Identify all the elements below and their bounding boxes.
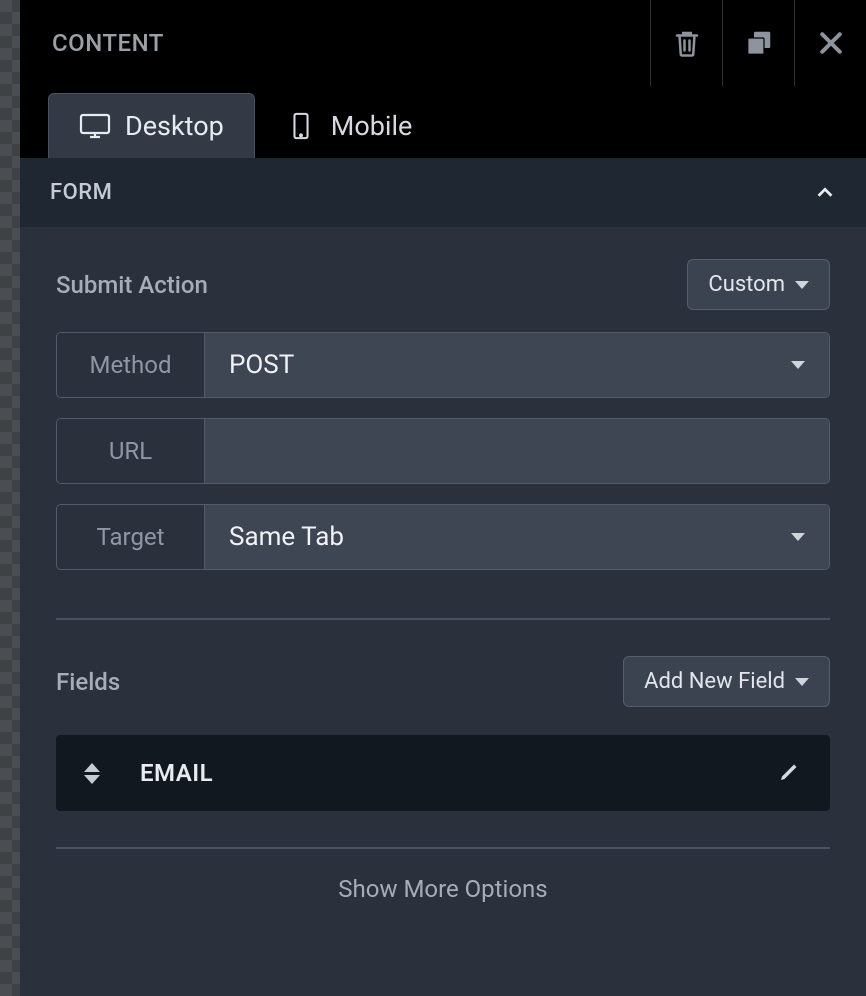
trash-icon: [672, 28, 702, 58]
submit-action-dropdown[interactable]: Custom: [687, 259, 830, 310]
target-value: Same Tab: [229, 522, 344, 552]
form-section-title: FORM: [50, 180, 112, 205]
sort-down-icon: [84, 775, 100, 784]
pencil-icon: [778, 759, 802, 783]
fields-label: Fields: [56, 668, 120, 696]
caret-down-icon: [795, 281, 809, 289]
desktop-icon: [79, 112, 111, 140]
form-section-header[interactable]: FORM: [20, 158, 866, 227]
panel-header: CONTENT: [20, 0, 866, 86]
mobile-icon: [285, 112, 317, 140]
url-label: URL: [57, 419, 205, 483]
duplicate-button[interactable]: [722, 0, 794, 86]
caret-down-icon: [795, 678, 809, 686]
panel-title: CONTENT: [52, 29, 650, 57]
edit-field-button[interactable]: [778, 759, 802, 787]
method-select[interactable]: POST: [205, 333, 829, 397]
target-label: Target: [57, 505, 205, 569]
add-new-field-label: Add New Field: [644, 669, 785, 694]
caret-down-icon: [791, 533, 805, 541]
form-section-body: Submit Action Custom Method POST URL: [20, 227, 866, 957]
url-input[interactable]: [229, 436, 805, 466]
chevron-up-icon: [814, 182, 836, 204]
url-row: URL: [56, 418, 830, 484]
show-more-label: Show More Options: [338, 875, 547, 903]
delete-button[interactable]: [650, 0, 722, 86]
target-select[interactable]: Same Tab: [205, 505, 829, 569]
tab-desktop[interactable]: Desktop: [48, 93, 255, 158]
tab-desktop-label: Desktop: [125, 110, 224, 142]
header-actions: [650, 0, 866, 86]
url-input-cell: [205, 419, 829, 483]
copy-icon: [744, 28, 774, 58]
drag-handle[interactable]: [84, 763, 100, 784]
panel-fill: [20, 957, 866, 996]
field-name: EMAIL: [140, 759, 778, 787]
caret-down-icon: [791, 361, 805, 369]
divider: [56, 618, 830, 620]
close-button[interactable]: [794, 0, 866, 86]
method-row: Method POST: [56, 332, 830, 398]
submit-action-label: Submit Action: [56, 271, 208, 299]
method-value: POST: [229, 350, 294, 380]
method-label: Method: [57, 333, 205, 397]
add-new-field-button[interactable]: Add New Field: [623, 656, 830, 707]
tab-mobile[interactable]: Mobile: [255, 94, 443, 158]
field-item: EMAIL: [56, 735, 830, 811]
tab-mobile-label: Mobile: [331, 110, 413, 142]
close-icon: [816, 28, 846, 58]
sort-up-icon: [84, 763, 100, 772]
show-more-options[interactable]: Show More Options: [56, 849, 830, 947]
submit-action-value: Custom: [708, 272, 785, 297]
device-tabs: Desktop Mobile: [20, 86, 866, 158]
target-row: Target Same Tab: [56, 504, 830, 570]
